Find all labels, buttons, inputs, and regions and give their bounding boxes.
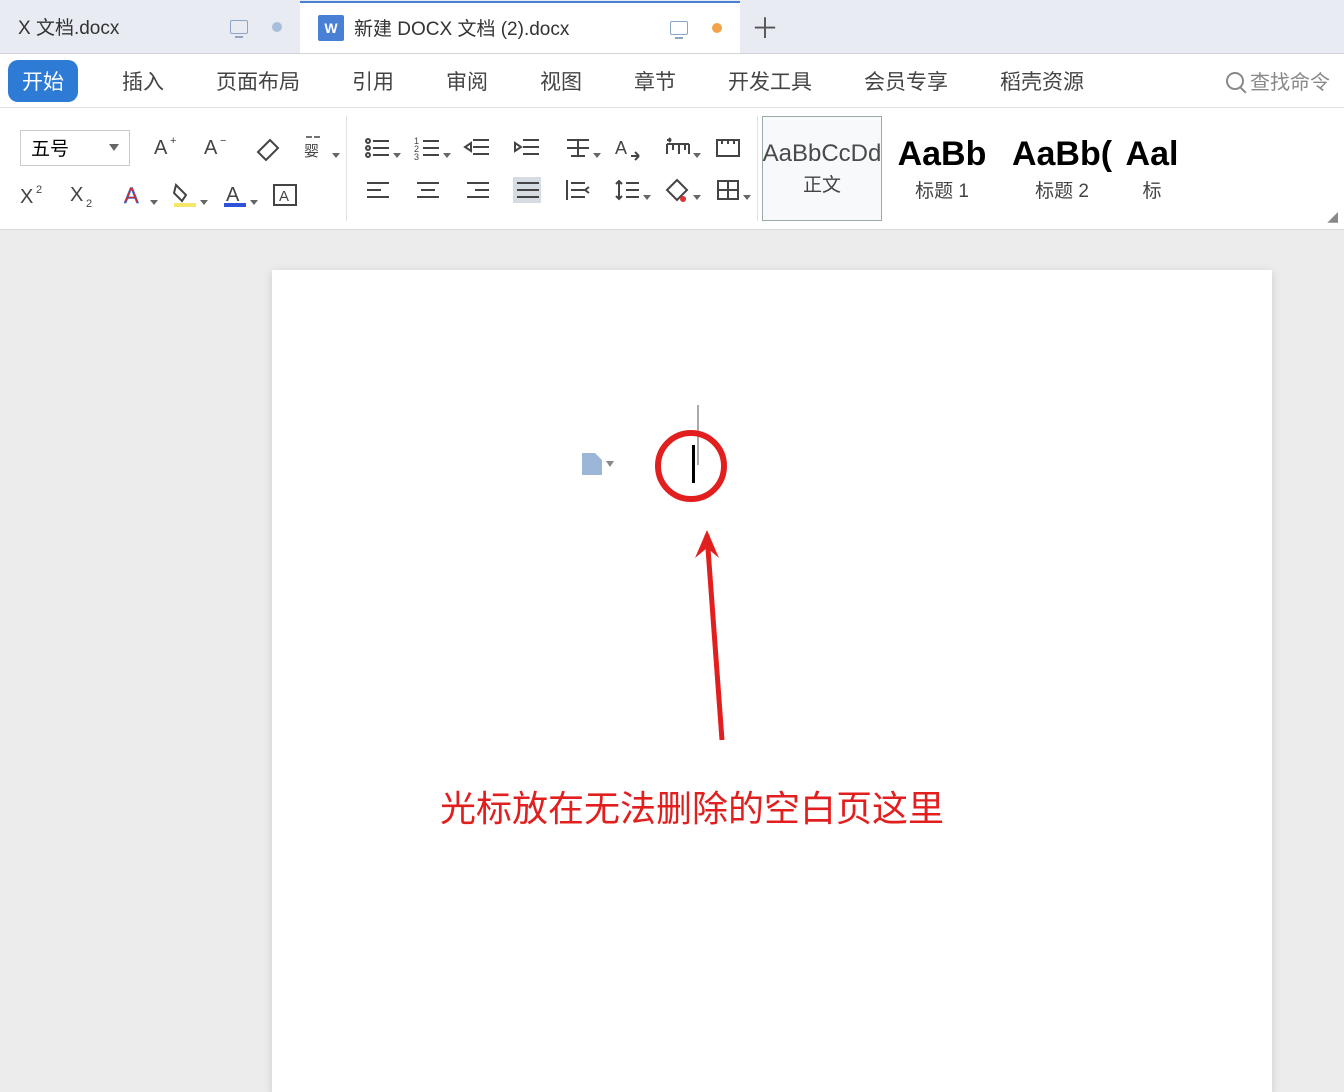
line-spacing-icon[interactable] [613, 177, 641, 203]
ribbon-toolbar: 五号 A+ A− 婴 X2 X2 A A A 123 A [0, 108, 1344, 230]
tab-status-dot [272, 22, 282, 32]
menu-member[interactable]: 会员专享 [856, 54, 956, 108]
align-distribute-icon[interactable] [563, 177, 591, 203]
style-normal[interactable]: AaBbCcDd 正文 [762, 116, 882, 221]
style-label: 标题 1 [915, 176, 969, 203]
align-right-icon[interactable] [463, 177, 491, 203]
pinyin-guide-icon[interactable]: 婴 [302, 135, 330, 161]
shading-icon[interactable] [663, 177, 691, 203]
document-canvas-area: 光标放在无法删除的空白页这里 [0, 230, 1344, 1092]
svg-text:A: A [204, 137, 218, 159]
font-size-select[interactable]: 五号 [20, 130, 130, 166]
screen-icon[interactable] [230, 20, 248, 34]
highlight-icon[interactable] [170, 182, 198, 208]
style-label: 标题 2 [1035, 176, 1089, 203]
chevron-down-icon [606, 461, 614, 467]
ribbon-dialog-launcher[interactable]: ◢ [1327, 208, 1338, 225]
annotation-arrow [692, 530, 752, 750]
paragraph-handle[interactable] [582, 453, 614, 475]
asian-layout-icon[interactable] [563, 135, 591, 161]
chevron-down-icon [109, 144, 119, 151]
align-left-icon[interactable] [363, 177, 391, 203]
text-effects-icon[interactable]: A [120, 182, 148, 208]
search-command[interactable]: 查找命令 [1226, 66, 1344, 95]
style-label: 标 [1142, 176, 1161, 203]
svg-text:A: A [124, 183, 139, 208]
menu-page-layout[interactable]: 页面布局 [208, 54, 308, 108]
svg-text:X: X [20, 186, 33, 208]
menu-docer[interactable]: 稻壳资源 [992, 54, 1092, 108]
subscript-icon[interactable]: X2 [70, 182, 98, 208]
tab-title: X 文档.docx [18, 13, 119, 40]
svg-text:2: 2 [36, 184, 42, 196]
svg-text:A: A [226, 184, 240, 206]
document-page[interactable]: 光标放在无法删除的空白页这里 [272, 270, 1272, 1092]
menu-chapter[interactable]: 章节 [626, 54, 684, 108]
superscript-icon[interactable]: X2 [20, 182, 48, 208]
tab-inactive-doc[interactable]: X 文档.docx [0, 1, 300, 53]
style-preview: AaBb [898, 135, 987, 174]
font-color-icon[interactable]: A [220, 182, 248, 208]
annotation-text: 光标放在无法删除的空白页这里 [440, 780, 944, 832]
numbered-list-icon[interactable]: 123 [413, 135, 441, 161]
eraser-icon[interactable] [252, 135, 280, 161]
svg-text:+: + [170, 135, 176, 147]
svg-text:X: X [70, 184, 83, 206]
text-direction-icon[interactable]: A [613, 135, 641, 161]
document-tabbar: X 文档.docx W 新建 DOCX 文档 (2).docx ＋ [0, 0, 1344, 54]
style-gallery: AaBbCcDd 正文 AaBb 标题 1 AaBb( 标题 2 Aal 标 [758, 116, 1186, 221]
svg-text:婴: 婴 [304, 143, 319, 160]
main-menubar: 开始 插入 页面布局 引用 审阅 视图 章节 开发工具 会员专享 稻壳资源 查找… [0, 54, 1344, 108]
screen-icon[interactable] [670, 21, 688, 35]
style-preview: AaBb( [1012, 135, 1112, 174]
ribbon-paragraph-group: 123 A [347, 116, 758, 221]
style-preview: AaBbCcDd [763, 140, 882, 168]
decrease-font-icon[interactable]: A− [202, 135, 230, 161]
menu-start[interactable]: 开始 [8, 60, 78, 102]
tab-title: 新建 DOCX 文档 (2).docx [354, 14, 569, 41]
search-label: 查找命令 [1250, 66, 1330, 95]
style-heading3[interactable]: Aal 标 [1122, 116, 1182, 221]
ribbon-font-group: 五号 A+ A− 婴 X2 X2 A A A [4, 116, 347, 221]
annotation-circle [655, 430, 727, 502]
svg-text:2: 2 [86, 198, 92, 209]
align-center-icon[interactable] [413, 177, 441, 203]
document-icon [582, 453, 602, 475]
word-doc-icon: W [318, 15, 344, 41]
style-preview: Aal [1126, 135, 1179, 174]
menu-references[interactable]: 引用 [344, 54, 402, 108]
increase-indent-icon[interactable] [513, 135, 541, 161]
borders-icon[interactable] [713, 177, 741, 203]
tab-stops-icon[interactable] [713, 135, 741, 161]
menu-review[interactable]: 审阅 [438, 54, 496, 108]
style-heading2[interactable]: AaBb( 标题 2 [1002, 116, 1122, 221]
svg-text:−: − [220, 135, 226, 147]
svg-text:A: A [154, 137, 168, 159]
menu-dev-tools[interactable]: 开发工具 [720, 54, 820, 108]
svg-text:A: A [279, 188, 289, 205]
ruler-icon[interactable] [663, 135, 691, 161]
search-icon [1226, 72, 1244, 90]
menu-view[interactable]: 视图 [532, 54, 590, 108]
new-tab-button[interactable]: ＋ [740, 7, 790, 47]
decrease-indent-icon[interactable] [463, 135, 491, 161]
svg-text:3: 3 [414, 152, 419, 162]
bullet-list-icon[interactable] [363, 135, 391, 161]
font-size-value: 五号 [31, 134, 69, 161]
menu-insert[interactable]: 插入 [114, 54, 172, 108]
tab-unsaved-dot [712, 23, 722, 33]
style-label: 正文 [803, 170, 841, 197]
align-justify-icon[interactable] [513, 177, 541, 203]
tab-active-doc[interactable]: W 新建 DOCX 文档 (2).docx [300, 1, 740, 53]
style-heading1[interactable]: AaBb 标题 1 [882, 116, 1002, 221]
increase-font-icon[interactable]: A+ [152, 135, 180, 161]
char-border-icon[interactable]: A [270, 182, 298, 208]
svg-text:A: A [615, 138, 627, 158]
